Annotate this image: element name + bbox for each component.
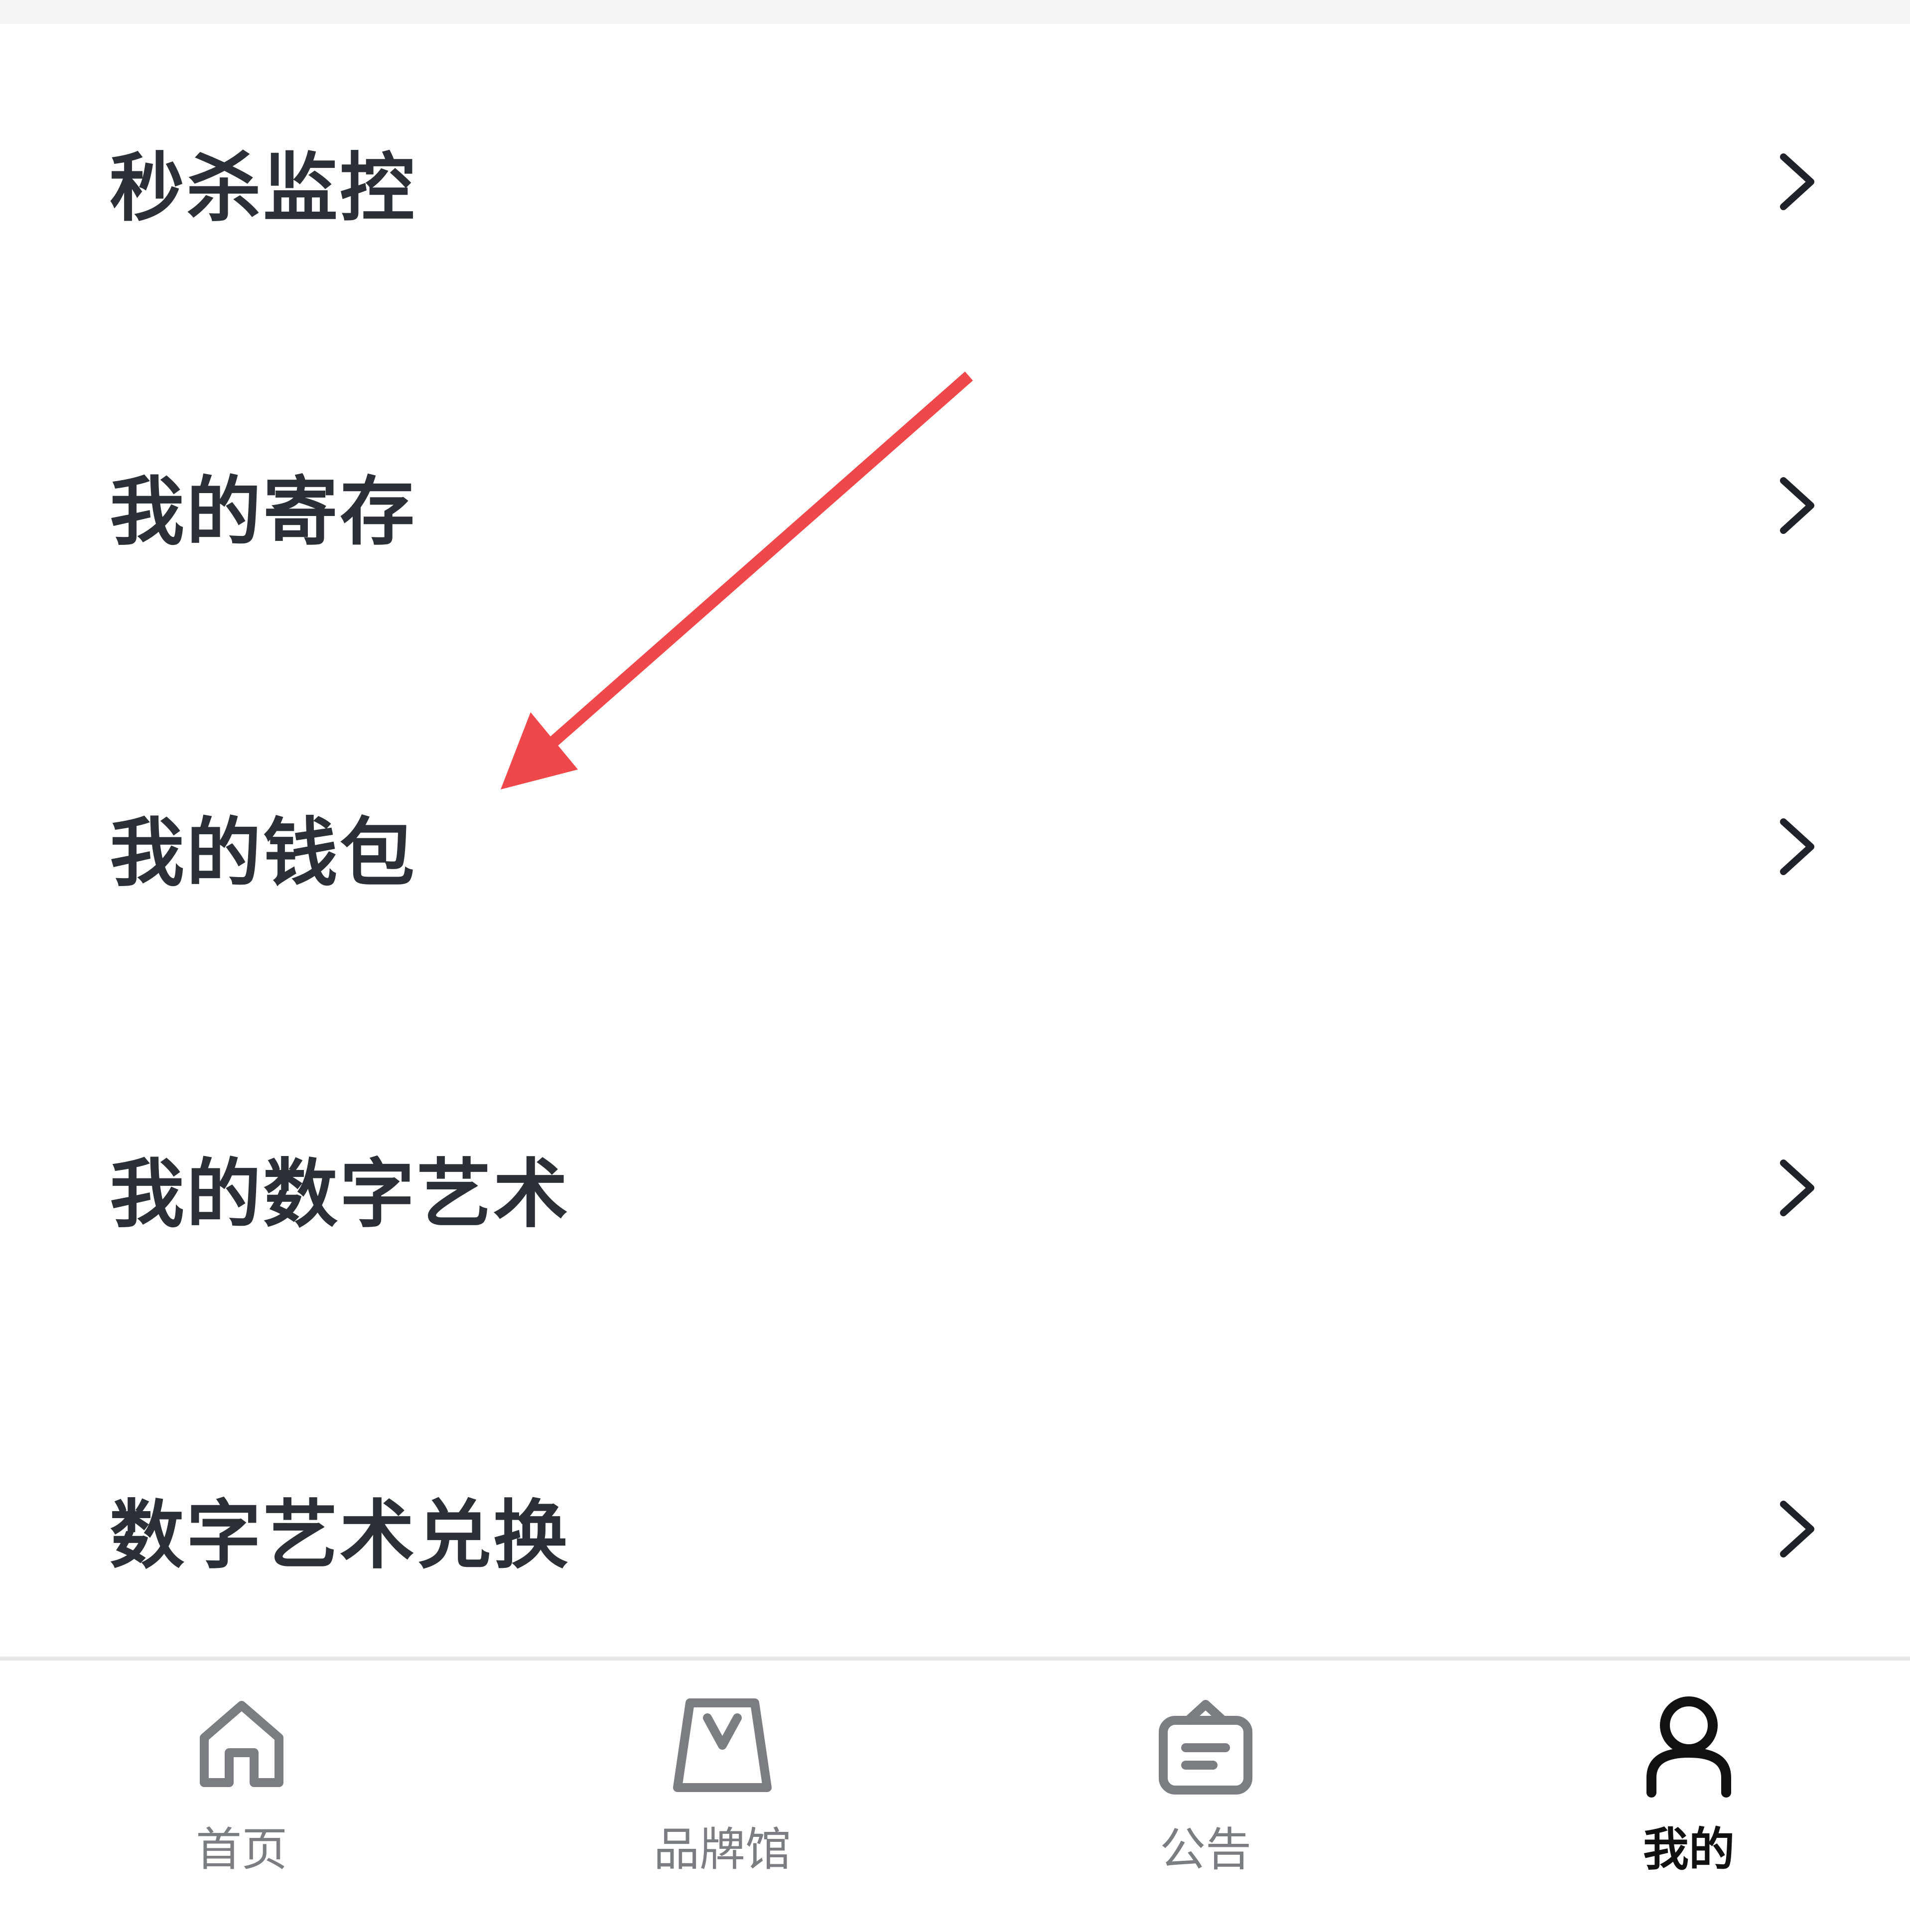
chevron-right-icon: [1780, 477, 1814, 534]
tab-label: 我的: [1642, 1823, 1735, 1876]
tab-label: 首页: [195, 1823, 287, 1876]
menu-item-label: 我的寄存: [110, 469, 417, 556]
menu-item-my-digital-art[interactable]: 我的数字艺术: [0, 1128, 1910, 1248]
tab-label: 品牌馆: [653, 1823, 791, 1876]
chevron-right-icon: [1780, 818, 1814, 875]
bottom-tab-bar: 首页 品牌馆 公告 我的: [0, 1657, 1910, 1932]
menu-item-my-deposit[interactable]: 我的寄存: [0, 446, 1910, 565]
tab-mine[interactable]: 我的: [1589, 1661, 1788, 1932]
menu-item-seckill-monitor[interactable]: 秒杀监控: [0, 122, 1910, 242]
home-icon: [200, 1701, 283, 1787]
menu-item-label: 我的钱包: [110, 810, 417, 897]
user-icon: [1646, 1696, 1731, 1798]
menu-item-label: 秒杀监控: [110, 145, 417, 232]
annotation-arrow-icon: [501, 371, 973, 789]
tab-label: 公告: [1159, 1823, 1251, 1876]
menu-item-label: 数字艺术兑换: [110, 1492, 570, 1579]
announcement-icon: [1159, 1700, 1252, 1795]
brand-bag-icon: [673, 1698, 772, 1792]
menu-item-digital-art-exchange[interactable]: 数字艺术兑换: [0, 1469, 1910, 1589]
tab-home[interactable]: 首页: [142, 1661, 341, 1932]
status-area: [0, 0, 1910, 24]
chevron-right-icon: [1780, 1159, 1814, 1216]
tab-brand-hall[interactable]: 品牌馆: [623, 1661, 822, 1932]
menu-item-label: 我的数字艺术: [110, 1151, 570, 1238]
tab-announcements[interactable]: 公告: [1106, 1661, 1305, 1932]
chevron-right-icon: [1780, 1501, 1814, 1557]
chevron-right-icon: [1780, 153, 1814, 210]
menu-item-my-wallet[interactable]: 我的钱包: [0, 787, 1910, 906]
